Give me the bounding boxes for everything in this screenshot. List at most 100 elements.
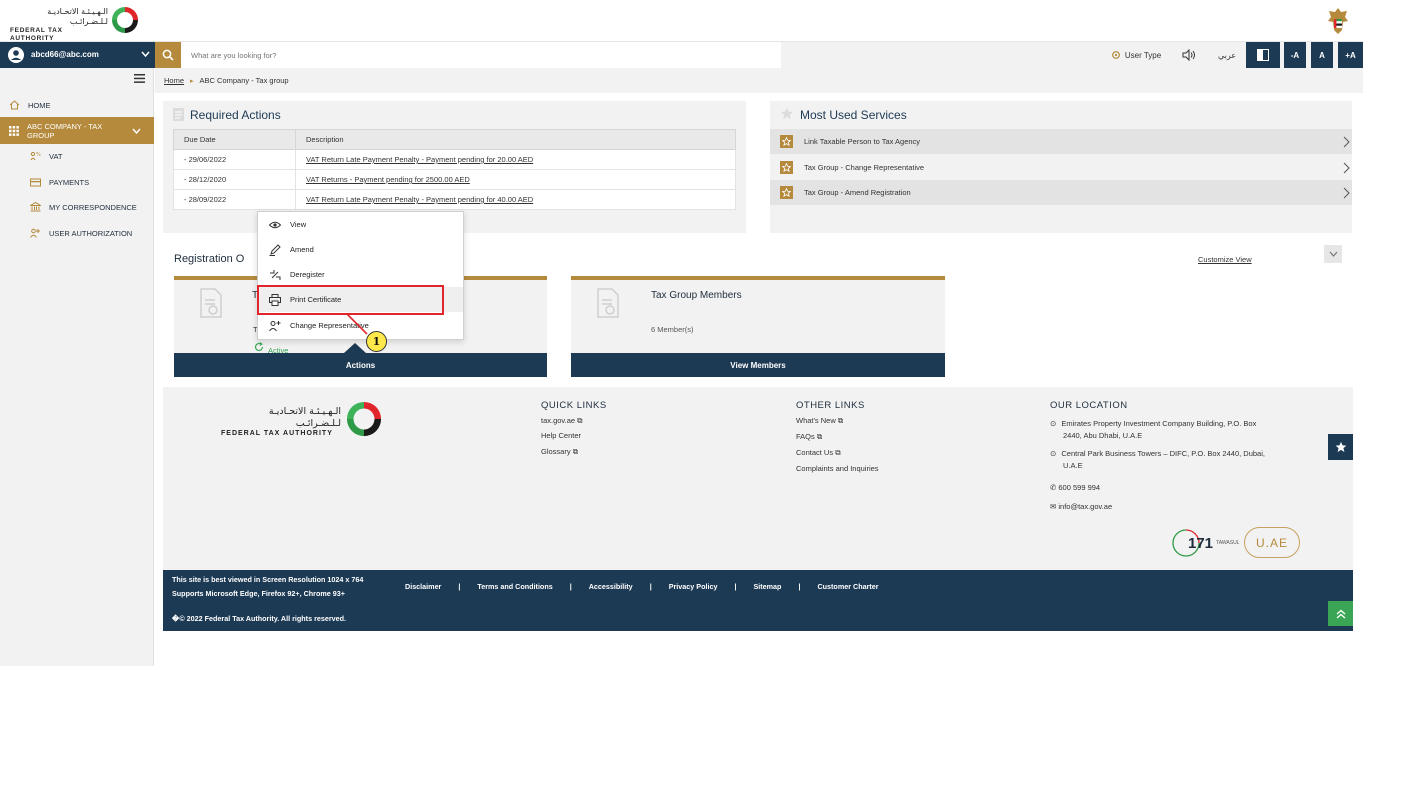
sidebar-item-payments[interactable]: PAYMENTS [0,174,154,190]
highlight-annotation-box [257,285,444,315]
link-label: What's New [796,416,836,425]
sidebar-item-user-authorization[interactable]: USER AUTHORIZATION [0,225,154,241]
payments-icon [30,178,41,187]
logo-arabic: الـهـيـئـة الاتحـاديـة لـلـضـرائـب [47,7,108,26]
chevron-right-icon [1343,162,1350,174]
sitemap-link[interactable]: Sitemap [753,582,781,591]
actions-button[interactable]: Actions [174,353,547,377]
svg-text:%: % [36,152,41,158]
link-separator: | [734,582,737,591]
footer-link-help-center[interactable]: Help Center [541,431,581,440]
collapse-toggle-button[interactable] [1324,245,1342,263]
sidebar-item-tax-group[interactable]: ABC COMPANY - TAX GROUP [0,117,154,144]
footer-link-whats-new[interactable]: What's New ⧉ [796,416,843,426]
breadcrumb-current: ABC Company - Tax group [199,76,289,85]
terms-link[interactable]: Terms and Conditions [477,582,552,591]
members-doc-icon [596,288,620,318]
contrast-icon [1257,49,1269,61]
font-normal-button[interactable]: A [1311,42,1333,68]
user-account-menu[interactable]: abcd66@abc.com [0,42,155,68]
deregister-icon [268,269,282,281]
top-header: الـهـيـئـة الاتحـاديـة لـلـضـرائـب FEDER… [0,0,1363,42]
search-input[interactable] [181,42,781,68]
font-increase-button[interactable]: +A [1338,42,1363,68]
copyright-text: �© 2022 Federal Tax Authority. All right… [172,614,347,623]
column-header-due-date: Due Date [173,129,296,150]
menu-item-deregister[interactable]: Deregister [258,262,463,287]
nav-bar: abcd66@abc.com User Type عربي [0,42,1363,68]
user-type-label: User Type [1124,50,1162,60]
chevron-down-icon [132,128,141,134]
speaker-icon [1182,49,1196,61]
table-row: - 28/12/2020 VAT Returns - Payment pendi… [173,169,736,190]
card-title: Tax Group Members [651,290,742,301]
grid-icon [9,125,19,136]
footer-link-glossary[interactable]: Glossary ⧉ [541,447,578,457]
breadcrumb: Home ▸ ABC Company - Tax group [155,68,1363,93]
footer-link-tax-gov[interactable]: tax.gov.ae ⧉ [541,416,583,426]
link-separator: | [798,582,801,591]
hamburger-menu-icon[interactable] [134,74,145,83]
tawasul-number: 171 [1188,534,1214,552]
fta-logo-text: الـهـيـئـة الاتحـاديـة لـلـضـرائـب FEDER… [10,7,108,43]
service-label: Tax Group - Change Representative [804,163,925,172]
user-type-selector[interactable]: User Type [1102,42,1170,68]
service-amend-registration[interactable]: Tax Group - Amend Registration [770,180,1352,205]
service-change-representative[interactable]: Tax Group - Change Representative [770,155,1352,180]
external-link-icon: ⧉ [577,416,583,425]
address-line: 2440, Abu Dhabi, U.A.E [1063,431,1143,440]
font-decrease-button[interactable]: -A [1284,42,1306,68]
customer-charter-link[interactable]: Customer Charter [817,582,878,591]
most-used-services-panel: Most Used Services Link Taxable Person t… [770,101,1352,233]
email-address[interactable]: ✉ info@tax.gov.ae [1050,502,1112,511]
member-count: 6 Member(s) [651,325,694,334]
uae-falcon-emblem-icon [1326,6,1350,36]
description-link[interactable]: VAT Return Late Payment Penalty - Paymen… [295,149,736,170]
tawasul-label: TAWASUL [1216,540,1240,546]
text-to-speech-button[interactable] [1178,42,1200,68]
callout-line [345,312,370,337]
required-actions-table: Due Date Description - 29/06/2022 VAT Re… [173,129,736,210]
view-members-button[interactable]: View Members [571,353,945,377]
customize-view-link[interactable]: Customize View [1198,255,1252,264]
logo-arabic: الـهـيـئـة الاتحـاديـة لـلـضـرائـب [268,406,341,429]
favorites-float-button[interactable] [1328,434,1353,460]
chevron-down-icon [141,51,150,58]
scroll-to-top-button[interactable] [1328,601,1353,626]
menu-item-view[interactable]: View [258,212,463,237]
sidebar-item-correspondence[interactable]: MY CORRESPONDENCE [0,199,154,215]
browser-support-note: Supports Microsoft Edge, Firefox 92+, Ch… [172,589,345,598]
external-link-icon: ⧉ [837,416,844,425]
privacy-policy-link[interactable]: Privacy Policy [669,582,718,591]
address-abu-dhabi: ⊙ Emirates Property Investment Company B… [1050,418,1256,442]
tawasul-logo[interactable]: 171 TAWASUL [1170,527,1239,559]
language-toggle[interactable]: عربي [1210,42,1244,68]
breadcrumb-home-link[interactable]: Home [164,76,184,85]
description-link[interactable]: VAT Returns - Payment pending for 2500.0… [295,169,736,190]
external-link-icon: ⧉ [835,448,841,457]
fta-emblem-icon[interactable] [109,4,141,36]
link-separator: | [649,582,652,591]
our-location-heading: OUR LOCATION [1050,400,1128,411]
footer-link-faqs[interactable]: FAQs ⧉ [796,432,822,442]
menu-item-amend[interactable]: Amend [258,237,463,262]
user-change-icon [268,320,282,332]
step-callout-badge: 1 [366,331,387,352]
address-line: Emirates Property Investment Company Bui… [1061,419,1257,428]
sidebar-item-home[interactable]: HOME [0,97,154,113]
disclaimer-link[interactable]: Disclaimer [405,582,441,591]
resolution-note: This site is best viewed in Screen Resol… [172,575,364,584]
sidebar-item-vat[interactable]: % VAT [0,148,154,164]
contrast-toggle-button[interactable] [1246,42,1280,68]
footer-link-contact-us[interactable]: Contact Us ⧉ [796,448,841,458]
service-link-taxable-person[interactable]: Link Taxable Person to Tax Agency [770,129,1352,154]
description-link[interactable]: VAT Return Late Payment Penalty - Paymen… [295,189,736,210]
phone-number[interactable]: ✆ 600 599 994 [1050,483,1100,492]
search-button[interactable] [155,42,181,68]
chevron-down-icon [1329,251,1338,257]
vat-icon: % [30,151,41,161]
uae-brand-logo[interactable]: U.AE [1244,527,1300,558]
footer-link-complaints[interactable]: Complaints and Inquiries [796,464,879,473]
accessibility-link[interactable]: Accessibility [589,582,633,591]
phone-label: 600 599 994 [1058,483,1101,492]
